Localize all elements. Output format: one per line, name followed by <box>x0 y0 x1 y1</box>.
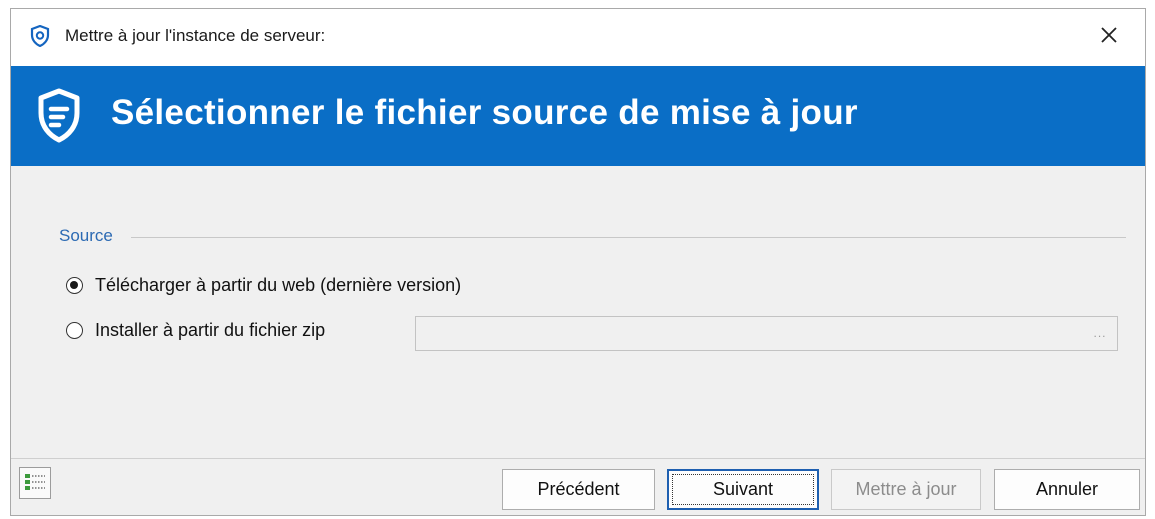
radio-button-unchecked[interactable] <box>66 322 83 339</box>
close-button[interactable] <box>1073 9 1145 66</box>
radio-download-web[interactable]: Télécharger à partir du web (dernière ve… <box>66 275 461 296</box>
footer-divider <box>11 458 1145 459</box>
radio-label: Télécharger à partir du web (dernière ve… <box>95 275 462 295</box>
checklist-icon[interactable] <box>19 467 51 499</box>
group-divider <box>131 237 1126 238</box>
dialog-window: Mettre à jour l'instance de serveur: Sél… <box>10 8 1146 516</box>
cancel-button[interactable]: Annuler <box>994 469 1140 510</box>
next-button[interactable]: Suivant <box>667 469 819 510</box>
radio-label: Installer à partir du fichier zip <box>95 320 326 340</box>
previous-button[interactable]: Précédent <box>502 469 655 510</box>
zip-path-field[interactable]: ... <box>415 316 1118 351</box>
shield-icon <box>37 88 81 144</box>
title-bar: Mettre à jour l'instance de serveur: <box>11 9 1145 66</box>
radio-install-zip[interactable]: Installer à partir du fichier zip <box>66 320 325 341</box>
header-banner: Sélectionner le fichier source de mise à… <box>11 66 1145 166</box>
close-icon <box>1099 25 1119 50</box>
page-title: Sélectionner le fichier source de mise à… <box>111 93 858 132</box>
browse-button[interactable]: ... <box>1089 323 1111 343</box>
update-button[interactable]: Mettre à jour <box>831 469 981 510</box>
focus-ring <box>672 474 814 505</box>
shield-icon <box>30 24 50 48</box>
radio-button-checked[interactable] <box>66 277 83 294</box>
source-group-label: Source <box>59 226 113 245</box>
zip-path-input[interactable] <box>416 317 1092 350</box>
window-title: Mettre à jour l'instance de serveur: <box>65 26 326 45</box>
